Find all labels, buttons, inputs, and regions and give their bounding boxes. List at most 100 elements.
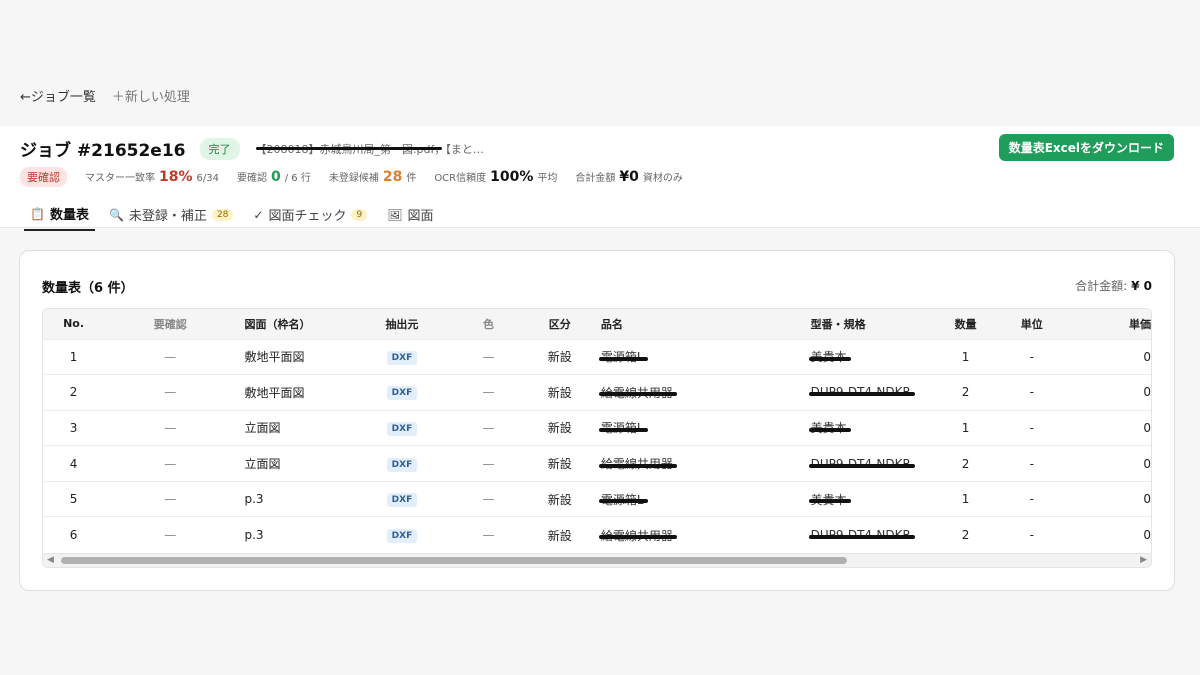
table-row[interactable]: 5 — p.3 DXF — 新設 電源箱L 美貴本 1 - 0: [43, 481, 1151, 517]
cell-color: —: [482, 492, 495, 507]
stat-label: マスター一致率: [85, 173, 155, 184]
horizontal-scrollbar[interactable]: ◀ ▶: [43, 553, 1151, 567]
redacted-name: 給電線共用器: [598, 457, 677, 472]
cell-color: —: [482, 420, 495, 435]
cell-unit: -: [1029, 528, 1034, 543]
cell-model: DUP9-DT4-NDKR: [803, 375, 940, 411]
cell-check: —: [164, 528, 177, 543]
tab-drawing-check[interactable]: ✓ 図面チェック 9: [247, 200, 373, 231]
redaction-mark: [255, 146, 442, 150]
quantity-table-card: 数量表（6 件） 合計金額: ¥ 0 No. 要確認 図面（枠名） 抽出元 色 区…: [19, 250, 1175, 591]
tab-bar: 📋 数量表 🔍 未登録・補正 28 ✓ 図面チェック 9 🖼 図面: [24, 200, 447, 231]
cell-price: 0: [1143, 349, 1151, 364]
cell-check: —: [164, 456, 177, 471]
cell-source: DXF: [354, 375, 451, 411]
cell-qty: 1: [961, 349, 970, 364]
stat-label: 未登録候補: [328, 173, 379, 184]
cell-model: DUP9-DT4-NDKR: [803, 517, 940, 553]
cell-price: 0: [1143, 456, 1151, 471]
cell-no: 5: [69, 492, 78, 507]
redacted-model: 美貴本: [808, 350, 851, 365]
col-header-model: 型番・規格: [810, 317, 866, 331]
image-icon: 🖼: [387, 207, 403, 222]
stat-label: 合計金額: [575, 173, 616, 184]
col-header-kubun: 区分: [548, 317, 571, 331]
cell-unit: -: [1029, 349, 1034, 364]
job-title: ジョブ #21652e16: [20, 141, 186, 161]
cell-unit: -: [1029, 456, 1034, 471]
stat-sub: 6/34: [196, 173, 219, 184]
cell-price: 0: [1143, 528, 1151, 543]
cell-qty: 2: [961, 385, 970, 400]
table-container: No. 要確認 図面（枠名） 抽出元 色 区分 品名 型番・規格 数量 単位 単…: [42, 308, 1152, 568]
cell-name: 電源箱L: [593, 339, 803, 375]
redacted-name: 給電線共用器: [598, 528, 677, 543]
cell-figure: p.3: [244, 492, 264, 507]
col-header-source: 抽出元: [385, 317, 419, 331]
stat-value: 0: [270, 169, 281, 185]
cell-no: 2: [69, 385, 78, 400]
redacted-name: 給電線共用器: [598, 385, 677, 400]
cell-name: 電源箱L: [593, 481, 803, 517]
cell-color: —: [482, 528, 495, 543]
cell-unit: -: [1029, 420, 1034, 435]
cell-model: DUP9-DT4-NDKR: [803, 446, 940, 482]
card-total-label: 合計金額:: [1075, 279, 1128, 293]
stat-total-amount: 合計金額 ¥0 資材のみ: [575, 169, 682, 185]
source-badge: DXF: [386, 457, 418, 472]
quantity-table: No. 要確認 図面（枠名） 抽出元 色 区分 品名 型番・規格 数量 単位 単…: [43, 309, 1151, 553]
table-body: 1 — 敷地平面図 DXF — 新設 電源箱L 美貴本 1 - 0 2 — 敷地…: [43, 339, 1151, 553]
col-header-check: 要確認: [153, 317, 187, 331]
col-header-qty: 数量: [954, 317, 977, 331]
table-row[interactable]: 4 — 立面図 DXF — 新設 給電線共用器 DUP9-DT4-NDKR 2 …: [43, 445, 1151, 482]
top-nav: ←ジョブ一覧 ＋新しい処理: [20, 86, 190, 105]
tab-drawing[interactable]: 🖼 図面: [381, 200, 439, 231]
scroll-left-arrow-icon[interactable]: ◀: [47, 555, 54, 565]
table-row[interactable]: 2 — 敷地平面図 DXF — 新設 給電線共用器 DUP9-DT4-NDKR …: [43, 374, 1151, 411]
source-badge: DXF: [386, 529, 418, 544]
back-to-jobs-link[interactable]: ←ジョブ一覧: [20, 86, 96, 105]
cell-no: 6: [69, 528, 78, 543]
redacted-model: 美貴本: [808, 492, 851, 507]
cell-name: 給電線共用器: [593, 375, 803, 411]
job-header: ジョブ #21652e16 完了 【208018】赤城鳥川局_第一図.pdf，【…: [0, 126, 1200, 231]
scrollbar-thumb[interactable]: [61, 557, 847, 564]
col-header-no: No.: [63, 317, 85, 331]
cell-no: 1: [69, 349, 78, 364]
stat-value: 28: [382, 169, 403, 185]
download-excel-button[interactable]: 数量表Excelをダウンロード: [998, 134, 1174, 161]
table-row[interactable]: 6 — p.3 DXF — 新設 給電線共用器 DUP9-DT4-NDKR 2 …: [43, 516, 1151, 553]
cell-no: 3: [69, 420, 78, 435]
cell-name: 電源箱L: [593, 410, 803, 446]
table-row[interactable]: 3 — 立面図 DXF — 新設 電源箱L 美貴本 1 - 0: [43, 410, 1151, 446]
card-total-value: ¥ 0: [1131, 279, 1152, 293]
cell-figure: 立面図: [244, 457, 281, 472]
source-badge: DXF: [386, 421, 418, 436]
file-name: 【208018】赤城鳥川局_第一図.pdf，【まと…: [255, 141, 484, 157]
tab-quantity-table[interactable]: 📋 数量表: [24, 200, 95, 231]
cell-figure: 立面図: [244, 421, 281, 436]
cell-source: DXF: [354, 410, 451, 446]
cell-source: DXF: [354, 446, 451, 482]
redacted-name: 電源箱L: [598, 421, 648, 436]
cell-kubun: 新設: [547, 457, 572, 472]
table-row[interactable]: 1 — 敷地平面図 DXF — 新設 電源箱L 美貴本 1 - 0: [43, 339, 1151, 375]
col-header-price: 単価: [1129, 317, 1151, 331]
stat-value: 100%: [490, 169, 534, 185]
stat-label: 要確認: [236, 173, 267, 184]
cell-name: 給電線共用器: [593, 446, 803, 482]
cell-source: DXF: [354, 517, 451, 553]
table-header-row: No. 要確認 図面（枠名） 抽出元 色 区分 品名 型番・規格 数量 単位 単…: [43, 309, 1151, 339]
card-title: 数量表（6 件）: [42, 281, 134, 296]
cell-source: DXF: [354, 481, 451, 517]
stat-sub: 平均: [537, 173, 558, 184]
scroll-right-arrow-icon[interactable]: ▶: [1140, 555, 1147, 565]
cell-check: —: [164, 420, 177, 435]
redacted-name: 電源箱L: [598, 350, 648, 365]
cell-check: —: [164, 492, 177, 507]
tab-unregistered[interactable]: 🔍 未登録・補正 28: [103, 200, 239, 231]
stat-unregistered: 未登録候補 28 件: [329, 169, 416, 185]
cell-qty: 1: [961, 420, 970, 435]
new-process-link[interactable]: ＋新しい処理: [112, 86, 190, 105]
redacted-name: 電源箱L: [598, 492, 648, 507]
